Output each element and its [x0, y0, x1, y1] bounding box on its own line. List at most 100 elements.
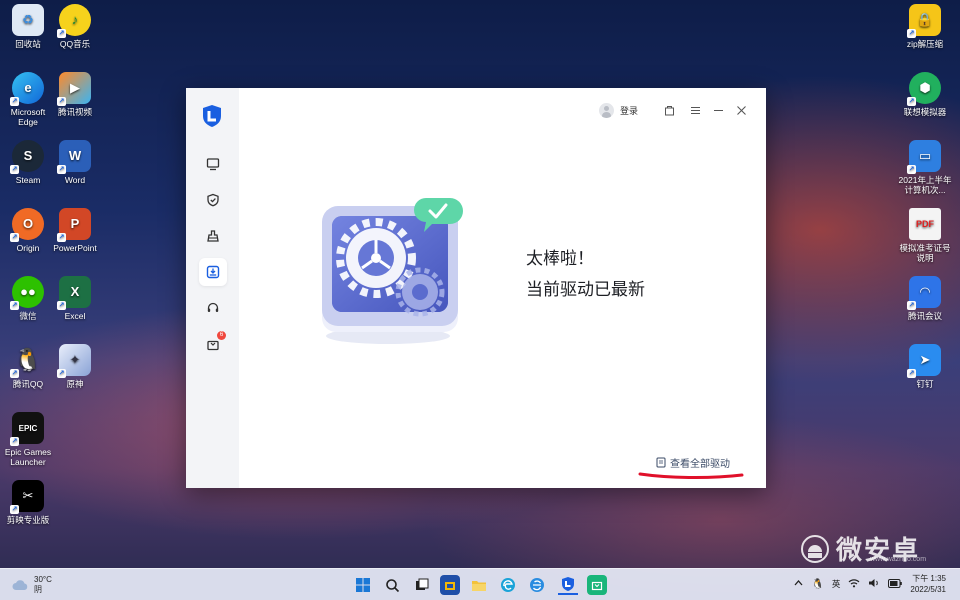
desktop-icon-word[interactable]: W ↗ Word — [47, 140, 103, 185]
sidebar-item-cleanup[interactable] — [199, 222, 227, 250]
minimize-icon — [713, 109, 723, 111]
dingtalk-icon: ➤ ↗ — [907, 344, 941, 378]
red-annotation-underline — [638, 472, 744, 480]
headset-icon — [207, 302, 219, 312]
success-title: 太棒啦！ — [526, 249, 594, 268]
desktop-icon-label: Microsoft Edge — [10, 107, 46, 127]
tray-overflow-button[interactable] — [794, 579, 803, 589]
chevron-up-icon — [794, 580, 803, 586]
desktop-icon-label: zip解压缩 — [906, 39, 944, 49]
taskbar-search-button[interactable] — [382, 575, 402, 595]
taskbar-ie-browser[interactable] — [527, 575, 547, 595]
tray-volume-button[interactable] — [868, 578, 880, 590]
desktop-icon-lenovo-emulator[interactable]: ⬢ ↗ 联想模拟器 — [897, 72, 953, 117]
view-all-drivers-link[interactable]: 查看全部驱动 — [656, 455, 730, 470]
broom-icon — [207, 230, 219, 242]
sidebar-item-hardware[interactable] — [199, 150, 227, 178]
store-icon — [445, 582, 455, 590]
desktop-icon-label: Origin — [16, 243, 40, 253]
app-logo-icon — [562, 577, 574, 591]
desktop-icon-label: 原神 — [66, 379, 84, 389]
success-subtitle: 当前驱动已最新 — [526, 280, 645, 299]
desktop-icon-label: 联想模拟器 — [903, 107, 947, 117]
clock[interactable]: 下午 1:35 2022/5/31 — [910, 573, 946, 595]
store-badge: 6 — [217, 331, 226, 340]
desktop-icon-qq-music[interactable]: ♪ ↗ QQ音乐 — [47, 4, 103, 49]
clock-date: 2022/5/31 — [910, 585, 946, 594]
desktop-icon-tencent-video[interactable]: ▶ ↗ 腾讯视频 — [47, 72, 103, 117]
drivers-up-to-date-illustration — [322, 198, 463, 344]
taskbar-shopping-app[interactable] — [587, 575, 607, 595]
desktop-icon-label: 2021年上半年计算机次... — [898, 175, 952, 195]
taskbar-file-explorer[interactable] — [469, 575, 489, 595]
desktop-icon-zip[interactable]: 🔒 ↗ zip解压缩 — [897, 4, 953, 49]
desktop-icon-label: Epic Games Launcher — [4, 447, 52, 467]
weather-condition: 阴 — [34, 585, 42, 594]
app-logo-icon — [203, 105, 221, 127]
zip-icon: 🔒 ↗ — [907, 4, 941, 38]
taskbar-edge[interactable] — [498, 575, 518, 595]
windows-icon — [356, 578, 370, 592]
tray-battery-button[interactable] — [888, 578, 903, 590]
desktop-icon-pdf[interactable]: PDF 模拟准考证号说明 — [897, 208, 953, 263]
edge-icon — [501, 578, 515, 592]
shield-icon — [207, 193, 219, 207]
desktop-icon-label: 腾讯视频 — [57, 107, 92, 117]
powerpoint-icon: P ↗ — [57, 208, 91, 242]
tray-network-button[interactable] — [848, 578, 860, 590]
taskbar-store[interactable] — [440, 575, 460, 595]
sidebar-item-security[interactable] — [199, 186, 227, 214]
input-language[interactable]: 英 — [832, 578, 841, 590]
wifi-icon — [848, 579, 860, 588]
desktop-icon-genshin[interactable]: ✦ ↗ 原神 — [47, 344, 103, 389]
sidebar-item-support[interactable] — [199, 294, 227, 322]
start-button[interactable] — [353, 575, 373, 595]
wechat-icon: ●● ↗ — [10, 276, 44, 310]
desktop-icon-screen-cast[interactable]: ▭ ↗ 2021年上半年计算机次... — [897, 140, 953, 195]
avatar — [599, 102, 614, 118]
origin-icon: O ↗ — [10, 208, 44, 242]
desktop-icon-label: QQ音乐 — [59, 39, 91, 49]
task-view-icon — [415, 578, 428, 590]
battery-icon — [888, 578, 903, 588]
close-icon — [736, 105, 746, 115]
android-logo-icon — [801, 534, 829, 563]
edge-icon: e ↗ — [10, 72, 44, 106]
shirt-icon — [664, 105, 674, 115]
taskbar-driver-manager[interactable] — [558, 575, 578, 595]
tray-qq-icon[interactable]: 🐧 — [811, 579, 823, 590]
speaker-icon — [869, 579, 879, 587]
desktop-icon-label: Word — [64, 175, 86, 185]
driver-icon — [206, 265, 220, 279]
capcut-icon: ✂ ↗ — [10, 480, 44, 514]
desktop-icon-dingtalk[interactable]: ➤ ↗ 钉钉 — [897, 344, 953, 389]
desktop-icon-epic-games[interactable]: EPIC ↗ Epic Games Launcher — [0, 412, 56, 467]
desktop-icon-excel[interactable]: X ↗ Excel — [47, 276, 103, 321]
tencent-meeting-icon: ◠ ↗ — [907, 276, 941, 310]
task-view-button[interactable] — [411, 575, 431, 595]
login-button[interactable]: 登录 — [599, 101, 638, 119]
desktop-icon-capcut[interactable]: ✂ ↗ 剪映专业版 — [0, 480, 56, 525]
minimize-button[interactable] — [710, 102, 726, 118]
close-button[interactable] — [733, 102, 749, 118]
desktop-icon-powerpoint[interactable]: P ↗ PowerPoint — [47, 208, 103, 253]
watermark-url: www.wazhuo.com — [870, 556, 927, 563]
desktop-icon-tencent-meeting[interactable]: ◠ ↗ 腾讯会议 — [897, 276, 953, 321]
sidebar-item-drivers[interactable] — [199, 258, 227, 286]
epic-games-icon: EPIC ↗ — [10, 412, 44, 446]
view-all-drivers-label: 查看全部驱动 — [670, 459, 730, 470]
desktop-icon-label: 腾讯会议 — [907, 311, 942, 321]
bag-icon — [591, 581, 603, 591]
desktop-icon-label: Excel — [64, 311, 86, 321]
skin-button[interactable] — [661, 102, 677, 118]
desktop-icon-label: 剪映专业版 — [6, 515, 50, 525]
desktop-icon-label: 微信 — [19, 311, 37, 321]
sidebar-item-store[interactable]: 6 — [199, 330, 227, 358]
menu-button[interactable] — [687, 102, 703, 118]
desktop-icon-label: 腾讯QQ — [12, 379, 44, 389]
word-icon: W ↗ — [57, 140, 91, 174]
document-icon — [656, 457, 666, 468]
screen-cast-icon: ▭ ↗ — [907, 140, 941, 174]
desktop-icon-label: Steam — [15, 175, 41, 185]
weather-widget[interactable]: 30°C 阴 — [12, 575, 52, 595]
